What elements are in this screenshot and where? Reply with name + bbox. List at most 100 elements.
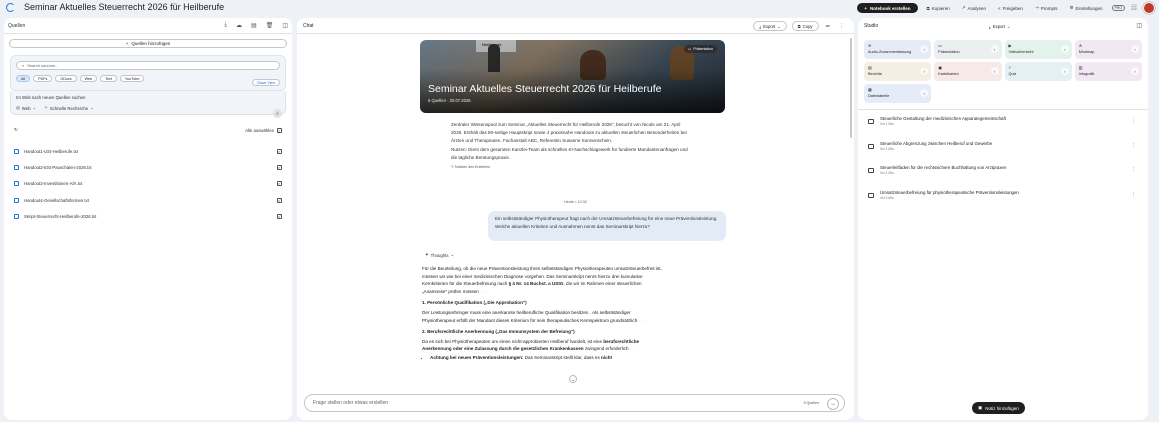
source-checkbox[interactable]: ✓ <box>277 197 282 203</box>
web-search-submit-button[interactable]: ⌕ <box>273 109 282 118</box>
citation-icon[interactable]: ◦ <box>639 318 640 326</box>
chat-input[interactable]: Frage stellen oder etwas erstellen 5 Que… <box>304 394 845 412</box>
tile-mindmap[interactable]: ⋔ Mindmap › <box>1074 40 1142 59</box>
chip-gdocs[interactable]: GDocs <box>55 75 77 82</box>
copy-notebook-button[interactable]: ⧉ Kopieren <box>924 6 953 11</box>
chevron-right-icon[interactable]: › <box>920 45 929 53</box>
tile-audio-overview[interactable]: ≋ Audio-Zusammenfassung › <box>864 40 932 59</box>
list-item[interactable]: Steuerliche Abgrenzung zwischen Heilberu… <box>868 141 1138 166</box>
settings-label: Einstellungen <box>1075 5 1103 11</box>
tile-infographic[interactable]: ▥ Infografik › <box>1074 62 1142 81</box>
select-all-control[interactable]: Alle auswählen ✓ <box>245 127 282 133</box>
avatar[interactable] <box>1143 2 1155 14</box>
tile-presentation[interactable]: ▭ Präsentation › <box>934 40 1002 59</box>
chip-pdfs[interactable]: PDFs <box>33 75 53 82</box>
analytics-button[interactable]: ↗ Analysen <box>959 5 989 11</box>
report-icon: ▤ <box>868 65 872 70</box>
chevron-right-icon[interactable]: › <box>1060 45 1069 53</box>
list-item[interactable]: Steuerliche Gestaltung der medizinischen… <box>868 116 1138 141</box>
source-checkbox[interactable]: ✓ <box>277 164 282 170</box>
source-checkbox[interactable]: ✓ <box>277 213 282 219</box>
source-checkbox[interactable]: ✓ <box>277 181 282 187</box>
list-item[interactable]: Steuerleitfaden für die rechtssichere Bu… <box>868 165 1138 190</box>
add-note-button[interactable]: ▣ Notiz hinzufügen <box>972 402 1025 414</box>
list-item[interactable]: Skript-Steuerrecht-Heilberufe-2026.txt ✓ <box>14 208 282 224</box>
chip-web[interactable]: Web <box>79 75 98 82</box>
collapse-panel-icon[interactable]: ◫ <box>1136 22 1142 29</box>
tile-video-overview[interactable]: ▶ Videoübersicht › <box>1004 40 1072 59</box>
chevron-right-icon[interactable]: › <box>1131 45 1139 53</box>
web-search-box: Im Web nach neuen Quellen suchen ◎ Web ⌄ ✧… <box>10 91 286 115</box>
note-icon <box>868 168 874 173</box>
settings-button[interactable]: ⚙ Einstellungen <box>1066 5 1105 11</box>
source-count: 5 Quellen <box>803 401 819 405</box>
tile-flashcards[interactable]: ▣ Karteikarten › <box>934 62 1002 81</box>
select-all-checkbox[interactable]: ✓ <box>277 127 282 133</box>
chevron-right-icon[interactable]: › <box>1060 67 1069 75</box>
chevron-right-icon[interactable]: › <box>920 89 929 97</box>
creator-notes-link[interactable]: ✎ Notizen des Erstellers <box>451 164 691 172</box>
chip-text[interactable]: Text <box>100 75 117 82</box>
prompts-button[interactable]: ⇢ Prompts <box>1032 5 1061 11</box>
tile-label: Infografik <box>1078 72 1095 76</box>
scroll-down-button[interactable]: ⌄ <box>569 375 577 383</box>
tune-icon[interactable]: ⚌ <box>824 23 832 29</box>
notebooklm-logo-icon[interactable] <box>6 3 15 12</box>
chevron-right-icon[interactable]: › <box>1131 67 1139 75</box>
filter-chips: All PDFs GDocs Web Text YouTube <box>16 75 280 82</box>
citation-icon[interactable]: ◦ <box>634 346 635 354</box>
more-vert-icon[interactable]: ⋮ <box>837 23 846 29</box>
share-button[interactable]: < Freigeben <box>995 6 1026 11</box>
sources-panel: Quellen ⤓ ☁ ▤ 🗑 ◫ + Quellen hinzufügen ⌕ S… <box>4 18 292 420</box>
list-item[interactable]: Handout3-Investitionen-AfA.txt ✓ <box>14 176 282 192</box>
trash-icon[interactable]: 🗑 <box>266 22 274 29</box>
web-dropdown[interactable]: ◎ Web ⌄ <box>16 105 36 111</box>
collapse-panel-icon[interactable]: ◫ <box>282 22 288 29</box>
citation-icon[interactable]: ◦ <box>642 318 643 326</box>
note-time: Vor 1 Min. <box>880 146 895 151</box>
add-sources-button[interactable]: + Quellen hinzufügen <box>9 39 287 48</box>
thoughts-toggle[interactable]: ✦ Thoughts ⌄ <box>425 252 454 258</box>
more-vert-icon[interactable]: ⋮ <box>1131 167 1136 173</box>
search-input[interactable]: ⌕ Search sources... <box>16 61 280 70</box>
chevron-right-icon[interactable]: › <box>990 67 999 75</box>
download-icon[interactable]: ⤓ <box>224 22 227 29</box>
citation-icon[interactable]: ◦ <box>481 289 482 297</box>
notebook-title[interactable]: Seminar Aktuelles Steuerrecht 2026 für H… <box>24 2 224 12</box>
studio-tiles: ≋ Audio-Zusammenfassung › ▭ Präsentation › ▶… <box>864 40 1142 103</box>
export-button[interactable]: ⤓ Export ⌄ <box>753 21 787 31</box>
studio-export-button[interactable]: ⤓ Export ⌄ <box>984 21 1015 31</box>
more-vert-icon[interactable]: ⋮ <box>1131 118 1136 124</box>
create-notebook-button[interactable]: + Notebook erstellen <box>857 3 918 13</box>
chevron-right-icon[interactable]: › <box>920 67 929 75</box>
tile-reports[interactable]: ▤ Berichte › <box>864 62 932 81</box>
refresh-icon[interactable]: ↻ <box>14 127 18 133</box>
citation-icon[interactable]: ◦ <box>484 289 485 297</box>
apps-grid-icon[interactable]: ⁞⁞⁞ <box>1131 5 1137 12</box>
more-vert-icon[interactable]: ⋮ <box>1131 192 1136 198</box>
list-item[interactable]: Handout1-USt-Heilberufe.txt ✓ <box>14 143 282 159</box>
save-view-button[interactable]: ▯ Save View <box>251 79 280 86</box>
chat-input-placeholder: Frage stellen oder etwas erstellen <box>313 400 389 406</box>
copy-button[interactable]: ⧉ Copy <box>791 21 819 31</box>
tile-quiz[interactable]: ? Quiz › <box>1004 62 1072 81</box>
chat-scrollbar[interactable] <box>850 38 852 138</box>
cloud-upload-icon[interactable]: ☁ <box>236 22 242 29</box>
research-dropdown[interactable]: ✧ Schnelle Recherche ⌄ <box>44 105 94 111</box>
notebook-summary: Zentraler Wissenspool zum Seminar „Aktue… <box>451 121 691 172</box>
note-title: Umsatzsteuerbefreiung für physiotherapeu… <box>880 189 1019 195</box>
source-checkbox[interactable]: ✓ <box>277 148 282 154</box>
present-button[interactable]: ▭ Präsentation <box>684 45 717 53</box>
list-item[interactable]: Umsatzsteuerbefreiung für physiotherapeu… <box>868 190 1138 215</box>
more-vert-icon[interactable]: ⋮ <box>1131 143 1136 149</box>
tile-data-table[interactable]: ▦ Datentabelle › <box>864 84 932 103</box>
send-button[interactable]: → <box>827 398 839 410</box>
list-view-icon[interactable]: ▤ <box>251 22 257 29</box>
note-time: Vor 3 Min. <box>880 195 895 200</box>
chip-youtube[interactable]: YouTube <box>119 75 145 82</box>
list-item[interactable]: Handout2-ESt-Pauschalen-2026.txt ✓ <box>14 159 282 175</box>
chevron-right-icon[interactable]: › <box>990 45 999 53</box>
chip-all[interactable]: All <box>16 75 31 82</box>
list-item[interactable]: Handout4-Gesellschaftsformen.txt ✓ <box>14 192 282 208</box>
citation-icon[interactable]: ◦ <box>631 346 632 354</box>
